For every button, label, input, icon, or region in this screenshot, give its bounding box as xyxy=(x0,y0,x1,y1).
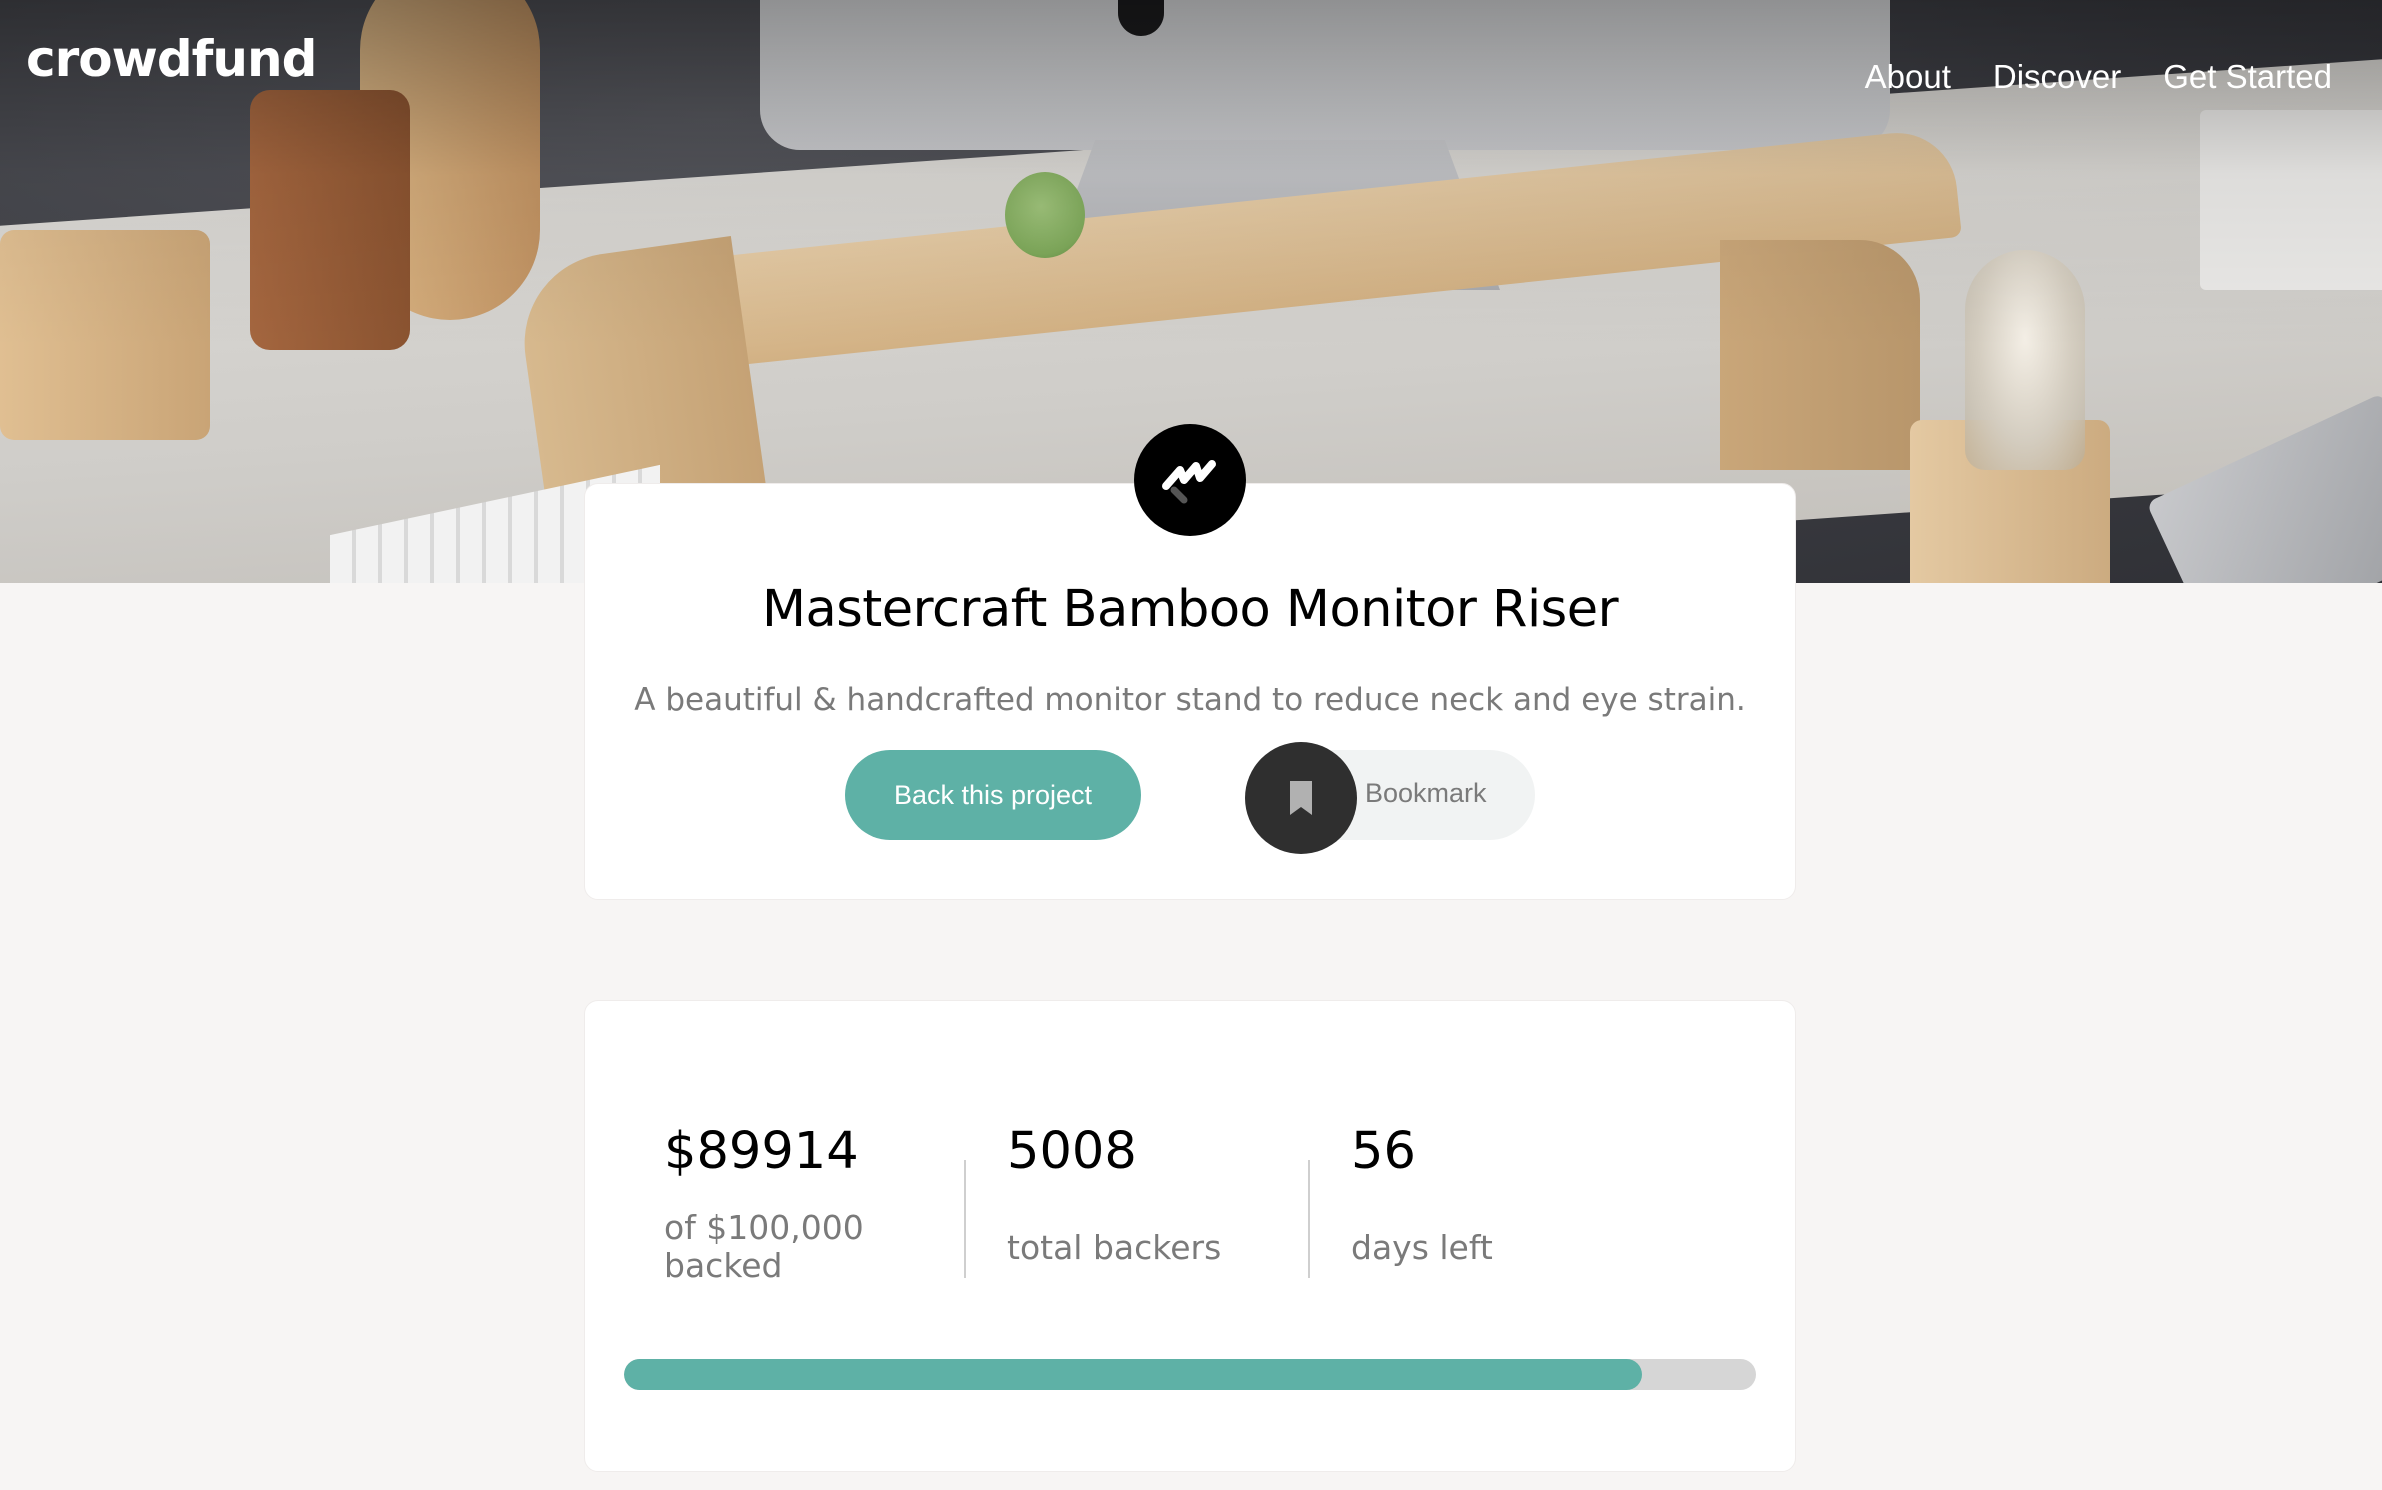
mastercraft-logo-icon xyxy=(1134,424,1246,536)
stat-days-label: days left xyxy=(1351,1228,1493,1267)
main-nav: About Discover Get Started xyxy=(1865,58,2332,96)
funding-progress-bar xyxy=(624,1359,1756,1390)
bookmark-label: Bookmark xyxy=(1365,778,1487,808)
funding-progress-fill xyxy=(624,1359,1642,1390)
page: crowdfund About Discover Get Started Mas… xyxy=(0,0,2382,1490)
nav-discover[interactable]: Discover xyxy=(1993,58,2121,96)
project-title: Mastercraft Bamboo Monitor Riser xyxy=(761,580,1619,639)
stat-raised-value: $89914 xyxy=(664,1122,859,1181)
nav-get-started[interactable]: Get Started xyxy=(2163,58,2332,96)
nav-about[interactable]: About xyxy=(1865,58,1951,96)
project-description: A beautiful & handcrafted monitor stand … xyxy=(634,682,1746,718)
stat-days: 56 days left xyxy=(1351,1122,1493,1267)
stat-raised-label: of $100,000 backed xyxy=(664,1208,864,1285)
bookmark-icon xyxy=(1245,742,1357,854)
stat-divider xyxy=(964,1160,966,1278)
stat-divider xyxy=(1308,1160,1310,1278)
stat-raised: $89914 of $100,000 backed xyxy=(664,1122,904,1285)
bookmark-button[interactable]: Bookmark xyxy=(1245,742,1535,854)
stat-backers-value: 5008 xyxy=(1007,1122,1137,1181)
stat-backers-label: total backers xyxy=(1007,1228,1222,1267)
back-project-button[interactable]: Back this project xyxy=(845,750,1141,840)
app-logo[interactable]: crowdfund xyxy=(26,30,317,88)
stat-backers: 5008 total backers xyxy=(1007,1122,1221,1267)
stat-days-value: 56 xyxy=(1351,1122,1416,1181)
